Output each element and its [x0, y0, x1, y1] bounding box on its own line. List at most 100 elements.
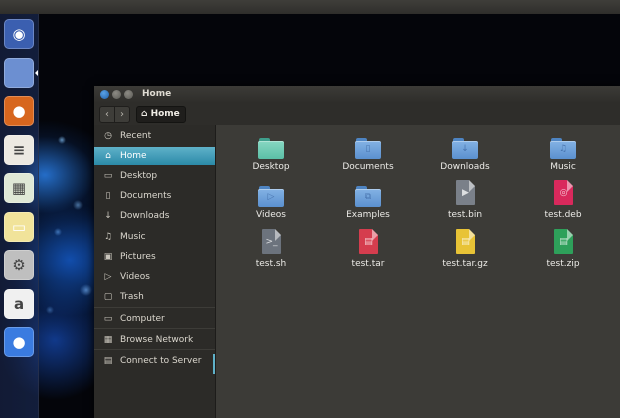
file-label: Music — [550, 162, 576, 172]
sidebar-item-music[interactable]: ♫ Music — [94, 228, 215, 246]
close-button[interactable] — [100, 90, 109, 99]
file-item[interactable]: ▶ test.bin — [420, 180, 510, 226]
file-label: test.tar.gz — [442, 259, 488, 269]
file-item[interactable]: ▯ Documents — [323, 132, 413, 178]
forward-button[interactable]: › — [114, 106, 130, 123]
sidebar-item-label: Desktop — [120, 171, 158, 181]
sidebar-item-label: Connect to Server — [120, 356, 202, 366]
minimize-button[interactable] — [112, 90, 121, 99]
launcher-files[interactable] — [4, 57, 34, 88]
launcher-toggle[interactable]: ● — [4, 327, 34, 357]
music-icon: ♫ — [103, 232, 113, 242]
running-indicator — [35, 69, 38, 76]
sidebar-item-label: Downloads — [120, 211, 170, 221]
sidebar-item-documents[interactable]: ▯ Documents — [94, 187, 215, 205]
sidebar-item-desktop[interactable]: ▭ Desktop — [94, 167, 215, 185]
path-label: Home — [150, 109, 180, 119]
folder-emblem: ▯ — [365, 144, 371, 154]
file-label: test.zip — [546, 259, 580, 269]
top-panel — [0, 0, 620, 14]
home-icon: ⌂ — [141, 109, 151, 119]
file-item[interactable]: >_ test.sh — [226, 229, 316, 275]
toolbar: ‹ › ⌂ Home — [94, 103, 620, 125]
file-item[interactable]: ↓ Downloads — [420, 132, 510, 178]
sidebar-item-recent[interactable]: ◷ Recent — [94, 127, 215, 145]
folder-emblem: ▷ — [267, 192, 275, 202]
sidebar-item-computer[interactable]: ▭ Computer — [94, 310, 215, 328]
sidebar-item-label: Pictures — [120, 252, 156, 262]
sidebar-item-pictures[interactable]: ▣ Pictures — [94, 248, 215, 266]
file-item[interactable]: ⧉ Examples — [323, 180, 413, 226]
launcher-writer[interactable]: ≡ — [4, 134, 34, 165]
launcher-settings[interactable]: ⚙ — [4, 250, 34, 280]
sidebar-item-label: Computer — [120, 314, 165, 324]
zip-archive-icon: ▤ — [551, 229, 575, 256]
sidebar-item-label: Recent — [120, 131, 152, 141]
binary-file-icon: ▶ — [453, 180, 477, 207]
file-item[interactable]: ▤ test.tar — [323, 229, 413, 275]
places-sidebar: ◷ Recent ⌂ Home ▭ Desktop ▯ Documents ↓ Downloads… — [94, 125, 216, 418]
sidebar-item-browse-network[interactable]: ▦ Browse Network — [94, 331, 215, 349]
sidebar-item-label: Home — [120, 151, 147, 161]
sidebar-item-label: Browse Network — [120, 335, 194, 345]
ubuntu-logo-icon: ◉ — [12, 25, 26, 43]
file-item[interactable]: Desktop — [226, 132, 316, 178]
sidebar-separator — [94, 349, 215, 350]
targz-archive-icon: ▤ — [453, 229, 477, 256]
sidebar-item-label: Music — [120, 232, 146, 242]
downloads-icon: ↓ — [104, 211, 112, 221]
writer-icon: ≡ — [12, 140, 26, 159]
file-label: test.bin — [447, 210, 483, 220]
gear-icon: ⚙ — [12, 256, 26, 274]
documents-folder-icon: ▯ — [355, 132, 381, 159]
videos-folder-icon: ▷ — [258, 180, 284, 207]
file-type-mark: ▶ — [462, 188, 469, 198]
downloads-folder-icon: ↓ — [452, 132, 478, 159]
file-item[interactable]: ▤ test.zip — [518, 229, 608, 275]
file-item[interactable]: ▤ test.tar.gz — [420, 229, 510, 275]
computer-icon: ▭ — [103, 314, 113, 324]
launcher-amazon[interactable]: a — [4, 288, 34, 319]
folder-emblem: ♫ — [558, 144, 568, 154]
launcher-calc[interactable]: ▦ — [4, 173, 34, 203]
sidebar-item-label: Videos — [120, 272, 150, 282]
file-label: test.tar — [351, 259, 385, 269]
amazon-icon: a — [13, 294, 25, 313]
deb-package-icon: ◎ — [551, 180, 575, 207]
calc-icon: ▦ — [11, 179, 27, 197]
file-type-mark: ▤ — [559, 237, 568, 247]
back-button[interactable]: ‹ — [99, 106, 115, 123]
file-view: Desktop ▯ Documents ↓ Downloads ♫ Music ▷ Videos… — [216, 125, 620, 418]
maximize-button[interactable] — [124, 90, 133, 99]
impress-icon: ▭ — [11, 217, 27, 236]
file-label: Downloads — [440, 162, 490, 172]
launcher-dash[interactable]: ◉ — [4, 19, 34, 49]
sidebar-item-videos[interactable]: ▷ Videos — [94, 268, 215, 286]
sidebar-item-home[interactable]: ⌂ Home — [94, 147, 215, 165]
sidebar-item-downloads[interactable]: ↓ Downloads — [94, 207, 215, 225]
music-folder-icon: ♫ — [550, 132, 576, 159]
documents-icon: ▯ — [105, 191, 111, 201]
file-type-mark: ▤ — [461, 237, 470, 247]
tar-archive-icon: ▤ — [356, 229, 380, 256]
sidebar-item-connect-to-server[interactable]: ▤ Connect to Server — [94, 352, 215, 370]
file-label: Examples — [346, 210, 390, 220]
folder-emblem: ⧉ — [364, 192, 372, 202]
file-label: Videos — [256, 210, 286, 220]
file-item[interactable]: ▷ Videos — [226, 180, 316, 226]
desktop-folder-icon — [258, 132, 284, 159]
network-icon: ▦ — [103, 335, 113, 345]
file-item[interactable]: ♫ Music — [518, 132, 608, 178]
firefox-icon: ● — [12, 102, 26, 120]
toggle-icon: ● — [12, 333, 26, 351]
launcher-firefox[interactable]: ● — [4, 96, 34, 126]
file-manager-window: Home ‹ › ⌂ Home ◷ Recent ⌂ Home ▭ Desktop ▯ Doc… — [94, 86, 620, 418]
file-label: test.deb — [544, 210, 582, 220]
path-bar-home[interactable]: ⌂ Home — [136, 106, 186, 123]
clock-icon: ◷ — [104, 131, 112, 141]
file-item[interactable]: ◎ test.deb — [518, 180, 608, 226]
videos-icon: ▷ — [104, 272, 112, 282]
launcher-impress[interactable]: ▭ — [4, 211, 34, 242]
sidebar-separator — [94, 328, 215, 329]
sidebar-item-trash[interactable]: ▢ Trash — [94, 288, 215, 306]
